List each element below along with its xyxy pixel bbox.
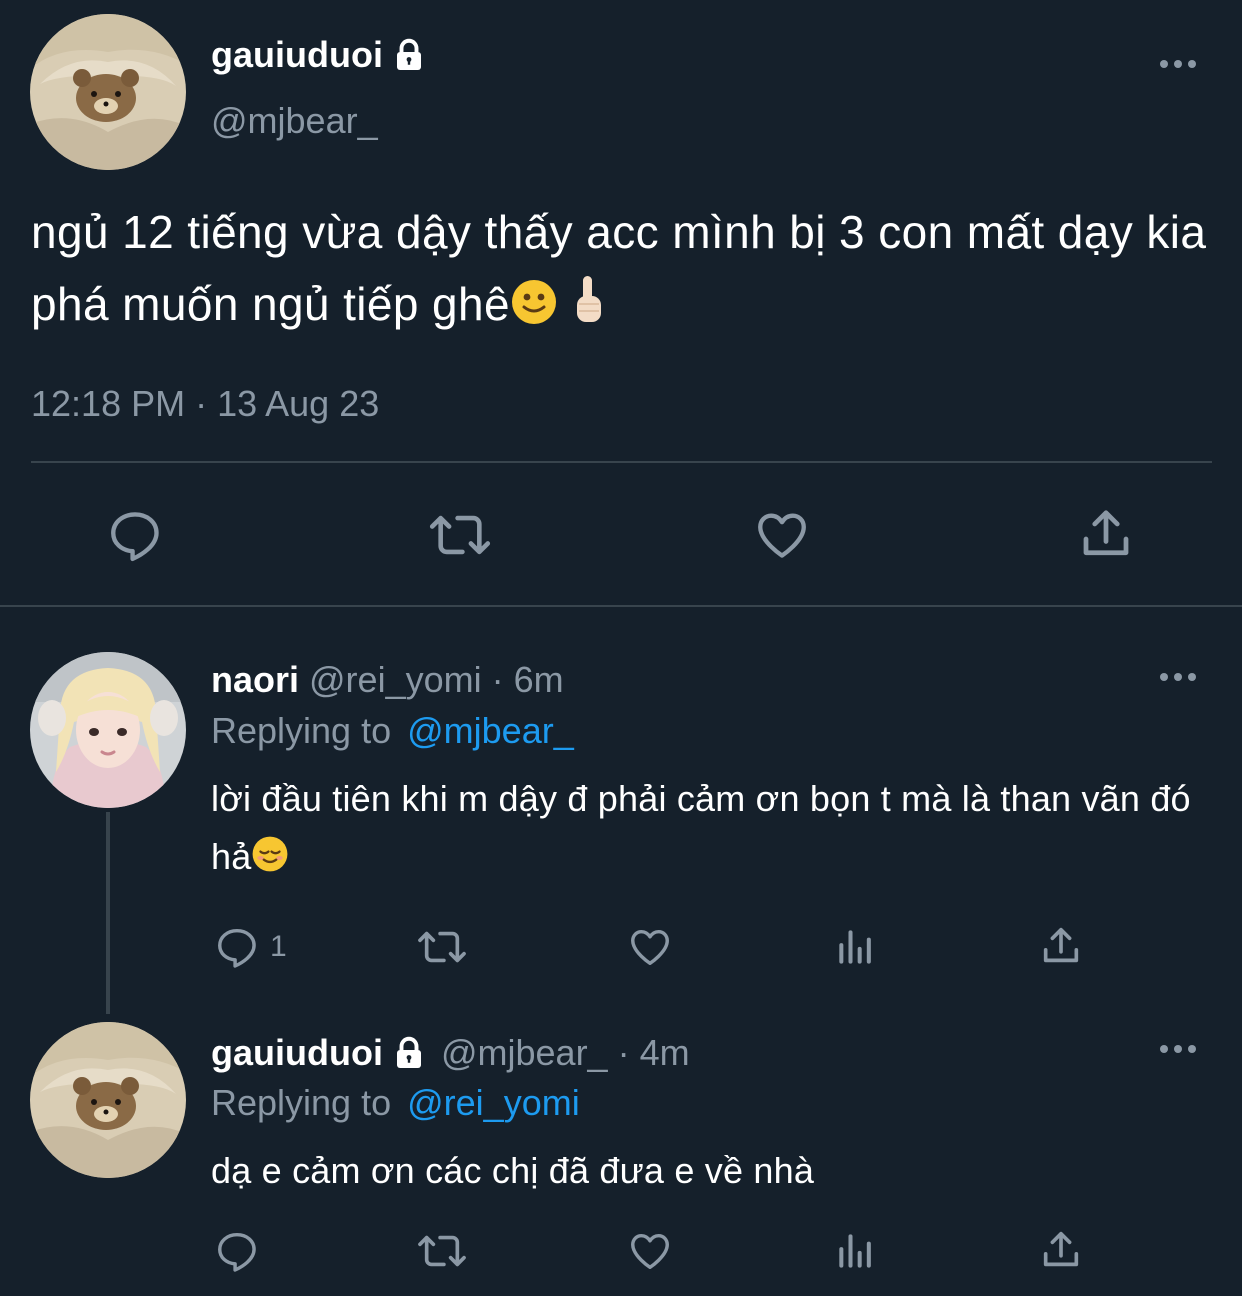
share-icon [1043,927,1079,963]
blonde-girl-avatar-icon [30,652,186,808]
retweet-icon [418,931,466,963]
replying-to-handle[interactable]: @rei_yomi [407,1082,580,1123]
share-button[interactable] [1076,504,1136,564]
divider-top [31,461,1212,463]
reply-button[interactable] [106,506,164,564]
reply-handle[interactable]: @rei_yomi [309,659,482,701]
reply-header-row: naori @rei_yomi · 6m [211,658,564,702]
tweet-timestamp[interactable]: 12:18 PM · 13 Aug 23 [31,383,379,425]
heart-icon [631,1233,669,1270]
replying-to-handle[interactable]: @mjbear_ [407,710,574,751]
more-options-icon[interactable] [1158,669,1198,685]
reply-handle[interactable]: @mjbear_ [441,1032,608,1074]
reply-button[interactable] [214,1228,260,1274]
reply-text: dạ e cảm ơn các chị đã đưa e về nhà [211,1142,1211,1200]
retweet-button[interactable] [416,1228,468,1274]
reply-display-name[interactable]: naori [211,659,299,701]
analytics-button[interactable] [834,924,878,970]
analytics-button[interactable] [834,1228,878,1274]
replying-to-label: Replying to [211,710,392,751]
replying-to-row: Replying to @mjbear_ [211,710,574,752]
slightly-smiling-emoji-icon [510,274,558,346]
replying-to-label: Replying to [211,1082,392,1123]
reply-icon [111,512,159,562]
reply-count: 1 [270,930,287,963]
like-button[interactable] [752,506,812,564]
tweet-text-body: ngủ 12 tiếng vừa dậy thấy acc mình bị 3 … [31,206,1207,330]
share-button[interactable] [1038,1226,1084,1274]
reply-display-name[interactable]: gauiuduoi [211,1032,383,1074]
like-button[interactable] [626,924,674,970]
retweet-icon [418,1235,466,1267]
heart-icon [758,513,806,558]
reply-icon [218,1232,256,1272]
analytics-icon [839,930,871,964]
tweet-text: ngủ 12 tiếng vừa dậy thấy acc mình bị 3 … [31,196,1211,346]
reply-avatar-gauiuduoi[interactable] [30,1022,186,1178]
divider-thread [0,605,1242,607]
reply-icon [218,928,256,968]
more-options-icon[interactable] [1158,56,1198,72]
author-name-row: gauiuduoi [211,33,427,77]
author-avatar[interactable] [30,14,186,170]
retweet-button[interactable] [416,924,468,970]
retweet-button[interactable] [428,506,492,564]
reply-button[interactable]: 1 [214,924,287,970]
share-icon [1043,1231,1079,1267]
reply-avatar-naori[interactable] [30,652,186,808]
lock-icon [391,37,427,73]
author-handle[interactable]: @mjbear_ [211,100,378,142]
reply-text-body: lời đầu tiên khi m dậy đ phải cảm ơn bọn… [211,778,1191,877]
teddy-bear-avatar-icon [30,1022,186,1178]
like-button[interactable] [626,1228,674,1274]
replying-to-row: Replying to @rei_yomi [211,1082,580,1124]
relieved-face-emoji-icon [251,832,289,890]
reply-text: lời đầu tiên khi m dậy đ phải cảm ơn bọn… [211,770,1211,890]
reply-time[interactable]: · 6m [492,659,564,701]
reply-text-body: dạ e cảm ơn các chị đã đưa e về nhà [211,1150,815,1191]
lock-icon [391,1035,427,1071]
reply-header-row: gauiuduoi @mjbear_ · 4m [211,1031,690,1075]
pointing-up-emoji-icon [571,274,605,346]
heart-icon [631,929,669,966]
more-options-icon[interactable] [1158,1041,1198,1057]
thread-line [106,812,110,1014]
reply-time[interactable]: · 4m [618,1032,690,1074]
author-display-name[interactable]: gauiuduoi [211,34,383,76]
teddy-bear-avatar-icon [30,14,186,170]
analytics-icon [839,1234,871,1268]
share-icon [1083,510,1129,556]
retweet-icon [429,515,491,555]
share-button[interactable] [1038,922,1084,970]
